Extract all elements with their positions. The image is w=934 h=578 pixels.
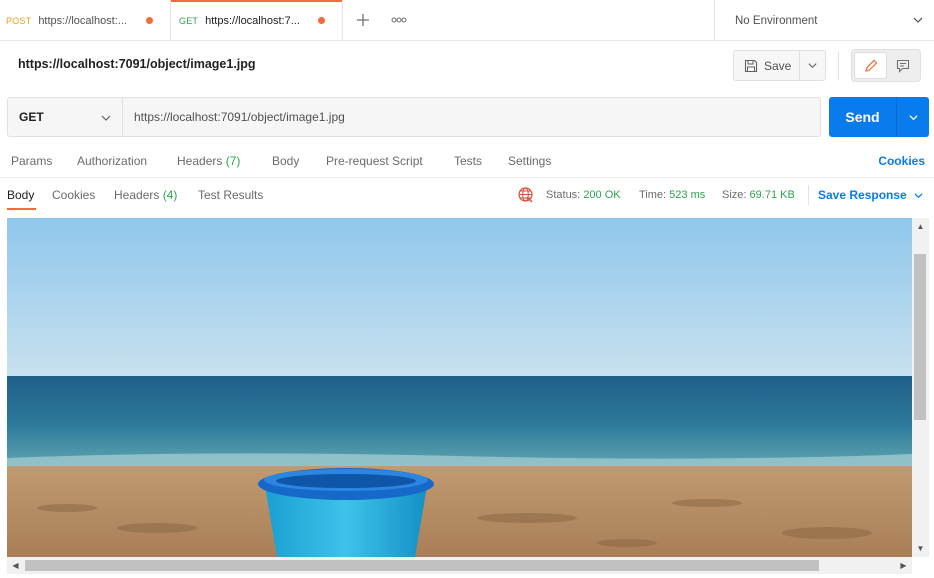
request-tabs: Params Authorization Headers (7) Body Pr… <box>0 145 934 177</box>
size-value: 69.71 KB <box>749 189 795 201</box>
network-globe-icon[interactable] <box>517 186 534 206</box>
comment-icon <box>896 59 909 73</box>
url-input[interactable] <box>123 98 820 136</box>
scroll-up-arrow-icon[interactable]: ▲ <box>912 218 929 235</box>
scroll-down-arrow-icon[interactable]: ▼ <box>912 540 929 557</box>
pencil-icon <box>864 59 877 72</box>
divider <box>808 185 809 205</box>
send-button-group: Send <box>829 97 929 137</box>
environment-label: No Environment <box>735 14 818 27</box>
chevron-down-icon <box>912 14 924 29</box>
plus-icon[interactable] <box>353 10 373 30</box>
request-tab-get[interactable]: GET https://localhost:7... <box>171 0 343 41</box>
response-tab-headers[interactable]: Headers (4) <box>114 188 177 202</box>
save-button-group: Save <box>733 50 826 81</box>
tab-headers[interactable]: Headers (7) <box>177 154 240 168</box>
scroll-right-arrow-icon[interactable]: ▶ <box>895 557 912 574</box>
tab-method: POST <box>6 15 32 26</box>
environment-select[interactable]: No Environment <box>714 0 934 41</box>
time-label: Time: <box>639 189 667 201</box>
send-dropdown-button[interactable] <box>897 97 929 137</box>
tab-params[interactable]: Params <box>11 154 52 168</box>
method-select[interactable]: GET <box>8 98 123 136</box>
scroll-left-arrow-icon[interactable]: ◀ <box>7 557 24 574</box>
save-dropdown-button[interactable] <box>800 60 825 71</box>
ellipsis-icon[interactable] <box>389 10 409 30</box>
chevron-down-icon <box>100 112 112 127</box>
save-response-button[interactable]: Save Response <box>818 188 924 202</box>
save-label: Save <box>764 58 792 73</box>
chevron-down-icon <box>908 114 918 120</box>
status-label: Status: <box>546 189 581 201</box>
response-image-preview <box>7 218 912 557</box>
cookies-link[interactable]: Cookies <box>878 154 925 168</box>
tab-label: Headers <box>114 188 160 202</box>
chevron-down-icon <box>808 63 817 69</box>
count-badge: (4) <box>162 188 178 202</box>
url-bar: GET <box>7 97 821 137</box>
horizontal-scroll-thumb[interactable] <box>25 560 819 571</box>
size-label: Size: <box>722 189 747 201</box>
method-label: GET <box>19 110 44 124</box>
response-tab-test-results[interactable]: Test Results <box>198 188 263 202</box>
unsaved-dot-icon <box>318 17 325 24</box>
edit-mode-button[interactable] <box>854 52 887 79</box>
tab-tests[interactable]: Tests <box>454 154 482 168</box>
view-mode-toggle <box>851 49 921 82</box>
size-info[interactable]: Size: 69.71 KB <box>722 189 795 201</box>
save-response-label: Save Response <box>818 188 907 202</box>
tab-method: GET <box>179 15 199 26</box>
vertical-scrollbar[interactable]: ▲ ▼ <box>912 218 929 557</box>
status-value: 200 OK <box>583 189 621 201</box>
tab-url: https://localhost:... <box>38 14 127 27</box>
tab-url: https://localhost:7... <box>205 14 300 27</box>
time-info[interactable]: Time: 523 ms <box>639 189 705 201</box>
count-badge: (7) <box>225 154 241 168</box>
time-value: 523 ms <box>669 189 706 201</box>
tab-pre-request-script[interactable]: Pre-request Script <box>326 154 423 168</box>
tab-authorization[interactable]: Authorization <box>77 154 147 168</box>
tab-body[interactable]: Body <box>272 154 299 168</box>
horizontal-scrollbar[interactable]: ◀ ▶ <box>7 557 912 574</box>
response-tab-body[interactable]: Body <box>7 188 34 202</box>
tab-label: Headers <box>177 154 223 168</box>
status-info[interactable]: Status: 200 OK <box>546 189 621 201</box>
save-icon <box>744 59 758 72</box>
chevron-down-icon <box>914 193 923 199</box>
save-button[interactable]: Save <box>734 51 800 80</box>
request-title-bar: https://localhost:7091/object/image1.jpg… <box>0 41 934 89</box>
response-tab-cookies[interactable]: Cookies <box>52 188 95 202</box>
comments-mode-button[interactable] <box>887 52 918 79</box>
request-title[interactable]: https://localhost:7091/object/image1.jpg <box>18 57 256 71</box>
vertical-scroll-thumb[interactable] <box>914 254 926 420</box>
response-tabs-bar: Body Cookies Headers (4) Test Results St… <box>0 177 934 210</box>
tab-settings[interactable]: Settings <box>508 154 551 168</box>
unsaved-dot-icon <box>146 17 153 24</box>
divider <box>838 52 839 80</box>
beach-bucket-image <box>7 218 912 557</box>
request-tab-post[interactable]: POST https://localhost:... <box>0 0 171 41</box>
send-button[interactable]: Send <box>829 97 897 137</box>
active-tab-indicator <box>7 208 36 210</box>
tab-bar: POST https://localhost:... GET https://l… <box>0 0 934 41</box>
